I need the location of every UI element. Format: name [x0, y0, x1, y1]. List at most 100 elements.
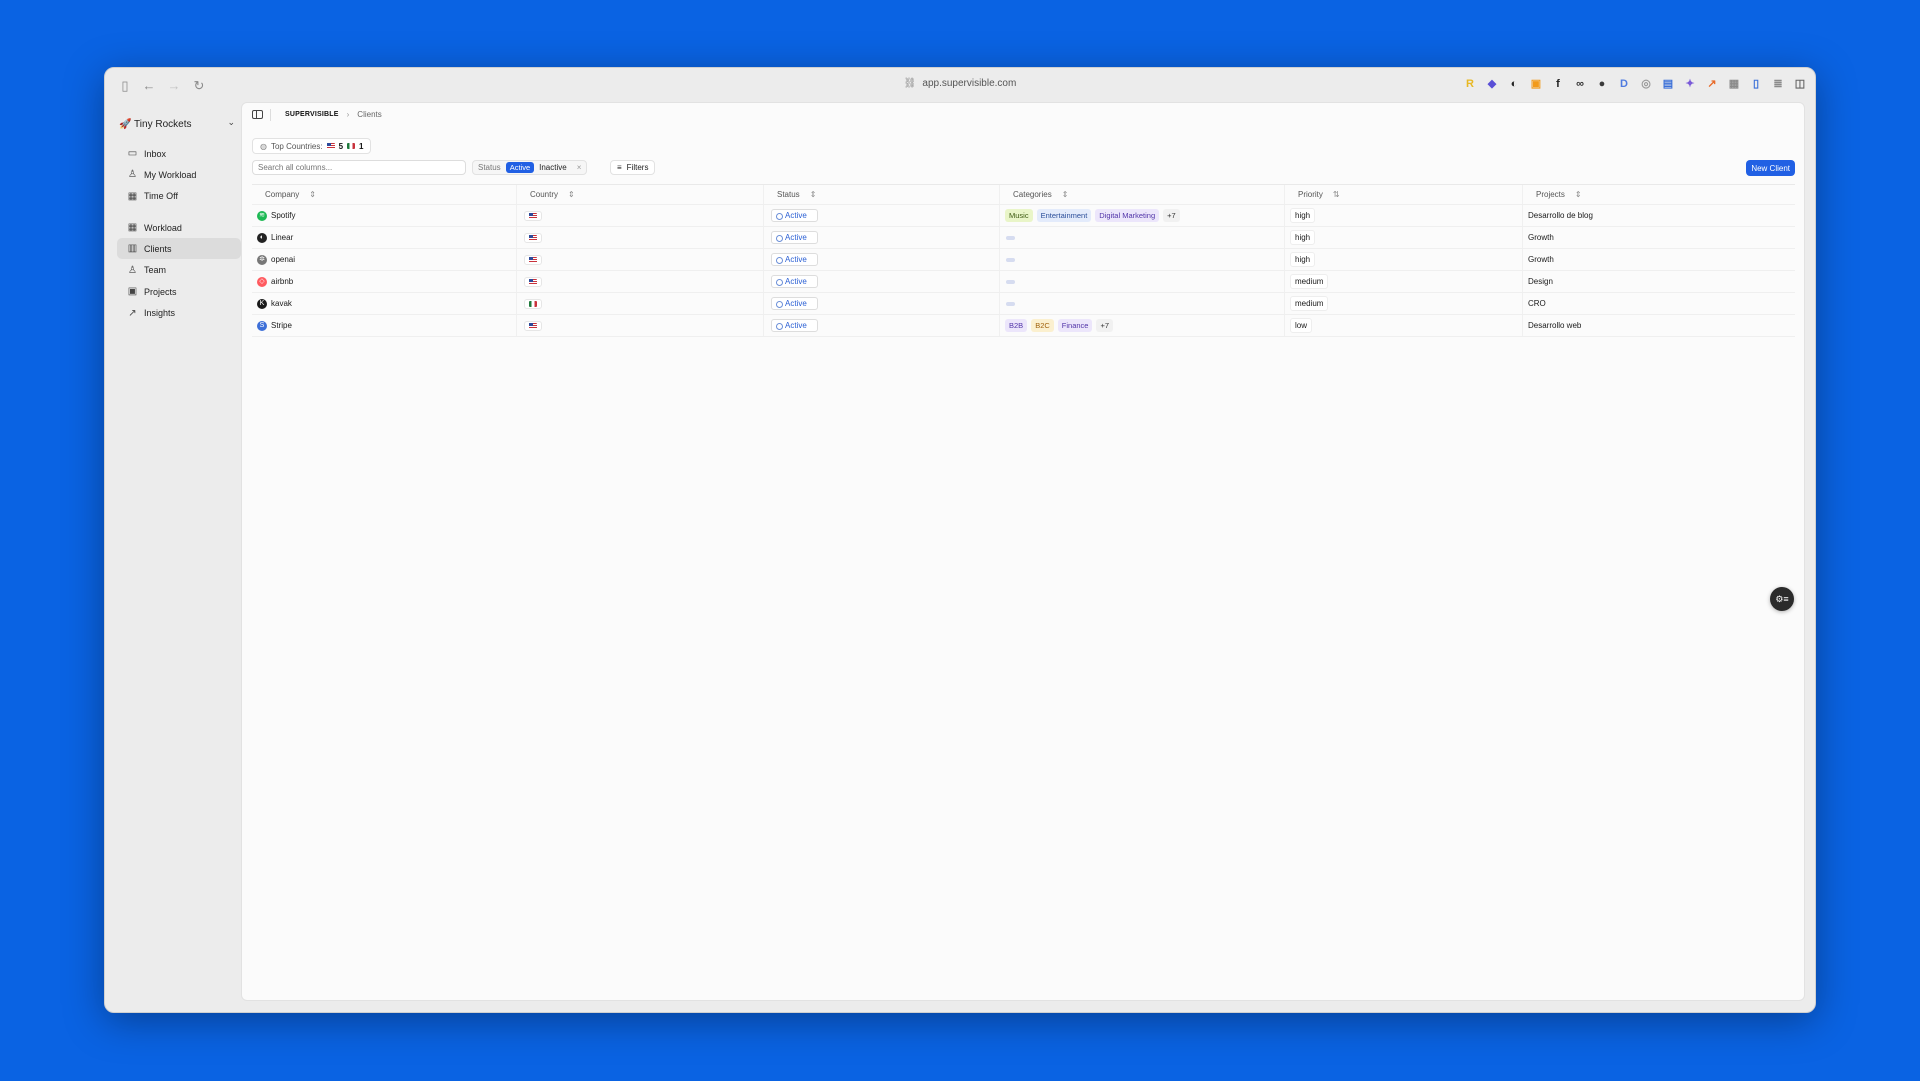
country-cell[interactable]	[517, 227, 764, 248]
search-input[interactable]	[252, 160, 466, 175]
status-badge[interactable]: Active	[771, 319, 818, 332]
categories-cell[interactable]: Music Entertainment Digital Marketing +7	[1000, 205, 1285, 226]
sort-chevrons-icon[interactable]: ⇕	[1575, 190, 1582, 199]
projects-cell[interactable]: Desarrollo de blog	[1523, 205, 1795, 226]
country-chip[interactable]	[524, 254, 542, 265]
sort-chevrons-icon[interactable]: ⇕	[309, 190, 316, 199]
company-cell[interactable]: ✲ openai	[252, 249, 517, 270]
country-cell[interactable]	[517, 205, 764, 226]
camera-ext-icon[interactable]: ◎	[1639, 77, 1653, 91]
priority-cell[interactable]: low	[1285, 315, 1523, 336]
projects-cell[interactable]: Growth	[1523, 227, 1795, 248]
country-chip[interactable]	[524, 298, 542, 309]
sidebar-item-clients[interactable]: ▥ Clients	[117, 238, 241, 260]
assistant-icon[interactable]: ⚙≡	[1770, 587, 1794, 611]
reload-icon[interactable]: ↻	[191, 78, 207, 94]
f-ext-icon[interactable]: f	[1551, 77, 1565, 91]
priority-badge[interactable]: high	[1290, 230, 1316, 245]
status-badge[interactable]: Active	[771, 253, 818, 266]
priority-badge[interactable]: medium	[1290, 296, 1329, 311]
sidebar-toggle-icon[interactable]: ▯	[117, 78, 133, 94]
country-cell[interactable]	[517, 315, 764, 336]
projects-cell[interactable]: Desarrollo web	[1523, 315, 1795, 336]
categories-cell[interactable]	[1000, 271, 1285, 292]
country-chip[interactable]	[524, 320, 542, 331]
status-cell[interactable]: Active	[764, 205, 1000, 226]
country-cell[interactable]	[517, 249, 764, 270]
project-label[interactable]: Growth	[1528, 231, 1558, 244]
status-cell[interactable]: Active	[764, 293, 1000, 314]
forward-icon[interactable]: →	[166, 78, 182, 94]
r-ext-icon[interactable]: R	[1463, 77, 1477, 91]
categories-cell[interactable]: B2B B2C Finance +7	[1000, 315, 1285, 336]
priority-badge[interactable]: medium	[1290, 274, 1329, 289]
status-cell[interactable]: Active	[764, 249, 1000, 270]
table-row[interactable]: S Stripe Active B2B B2C Finance +7 low Desarroll…	[252, 315, 1795, 337]
projects-cell[interactable]: CRO	[1523, 293, 1795, 314]
panel-toggle-icon[interactable]	[252, 110, 263, 119]
sidebar-item-insights[interactable]: ↗ Insights	[117, 303, 241, 324]
bag-ext-icon[interactable]: ▣	[1529, 77, 1543, 91]
sidebar-item-projects[interactable]: ▣ Projects	[117, 281, 241, 302]
address-bar[interactable]: ⛓ app.supervisible.com	[904, 78, 1017, 89]
priority-cell[interactable]: medium	[1285, 293, 1523, 314]
pie-ext-icon[interactable]: ◐	[1507, 77, 1521, 91]
country-chip[interactable]	[524, 210, 542, 221]
status-inactive-option[interactable]: Inactive	[539, 163, 567, 172]
breadcrumb-brand[interactable]: SUPERVISIBLE	[285, 111, 339, 118]
workspace-switcher[interactable]: 🚀 Tiny Rockets ⌄	[119, 114, 241, 134]
arrow-ext-icon[interactable]: ↗	[1705, 77, 1719, 91]
more-categories-badge[interactable]: +7	[1096, 319, 1114, 332]
feather-ext-icon[interactable]: ✦	[1683, 77, 1697, 91]
projects-cell[interactable]: Design	[1523, 271, 1795, 292]
status-cell[interactable]: Active	[764, 271, 1000, 292]
company-cell[interactable]: ◇ airbnb	[252, 271, 517, 292]
top-countries-badge[interactable]: ◍ Top Countries: 5 1	[252, 138, 372, 154]
company-cell[interactable]: ≋ Spotify	[252, 205, 517, 226]
project-label[interactable]: Desarrollo de blog	[1528, 209, 1597, 222]
project-label[interactable]: Desarrollo web	[1528, 319, 1585, 332]
priority-cell[interactable]: high	[1285, 227, 1523, 248]
table-row[interactable]: ◇ airbnb Active medium Design	[252, 271, 1795, 293]
clear-filter-icon[interactable]: ×	[577, 163, 582, 172]
new-client-button[interactable]: New Client	[1746, 160, 1795, 176]
status-badge[interactable]: Active	[771, 275, 818, 288]
priority-cell[interactable]: medium	[1285, 271, 1523, 292]
status-cell[interactable]: Active	[764, 227, 1000, 248]
table-row[interactable]: ≋ Spotify Active Music Entertainment Digital …	[252, 205, 1795, 227]
cube-ext-icon[interactable]: ◆	[1485, 77, 1499, 91]
status-active-option[interactable]: Active	[505, 162, 535, 173]
status-filter[interactable]: Status Active Inactive ×	[472, 160, 588, 175]
column-header-company[interactable]: Company ⇕	[252, 185, 517, 204]
country-chip[interactable]	[524, 232, 542, 243]
project-label[interactable]: Growth	[1528, 253, 1558, 266]
priority-cell[interactable]: high	[1285, 249, 1523, 270]
company-cell[interactable]: Kkavak	[252, 293, 517, 314]
dark-circle-ext-icon[interactable]: ●	[1595, 77, 1609, 91]
project-label[interactable]: Design	[1528, 275, 1557, 288]
categories-cell[interactable]	[1000, 249, 1285, 270]
sidebar-item-team[interactable]: ♙ Team	[117, 260, 241, 281]
sidebar-item-inbox[interactable]: ▭ Inbox	[117, 143, 241, 164]
grid-ext-icon[interactable]: ▦	[1727, 77, 1741, 91]
country-chip[interactable]	[524, 276, 542, 287]
categories-cell[interactable]	[1000, 227, 1285, 248]
column-header-categories[interactable]: Categories ⇕	[1000, 185, 1285, 204]
status-badge[interactable]: Active	[771, 231, 818, 244]
project-label[interactable]: CRO	[1528, 297, 1550, 310]
printer-ext-icon[interactable]: ▤	[1661, 77, 1675, 91]
phone-ext-icon[interactable]: ▯	[1749, 77, 1763, 91]
sidebar-item-my-workload[interactable]: ♙ My Workload	[117, 164, 241, 185]
country-cell[interactable]	[517, 293, 764, 314]
status-badge[interactable]: Active	[771, 297, 818, 310]
sort-chevrons-icon[interactable]: ⇕	[810, 190, 817, 199]
sidebar-item-workload[interactable]: ▦ Workload	[117, 217, 241, 238]
split-view-icon[interactable]: ◫	[1793, 77, 1807, 91]
priority-badge[interactable]: high	[1290, 252, 1316, 267]
categories-cell[interactable]	[1000, 293, 1285, 314]
status-badge[interactable]: Active	[771, 209, 818, 222]
sort-chevrons-icon[interactable]: ⇕	[568, 190, 575, 199]
sidebar-item-time-off[interactable]: ▦ Time Off	[117, 186, 241, 207]
filters-button[interactable]: ≡ Filters	[610, 160, 656, 175]
more-categories-badge[interactable]: +7	[1163, 209, 1180, 222]
